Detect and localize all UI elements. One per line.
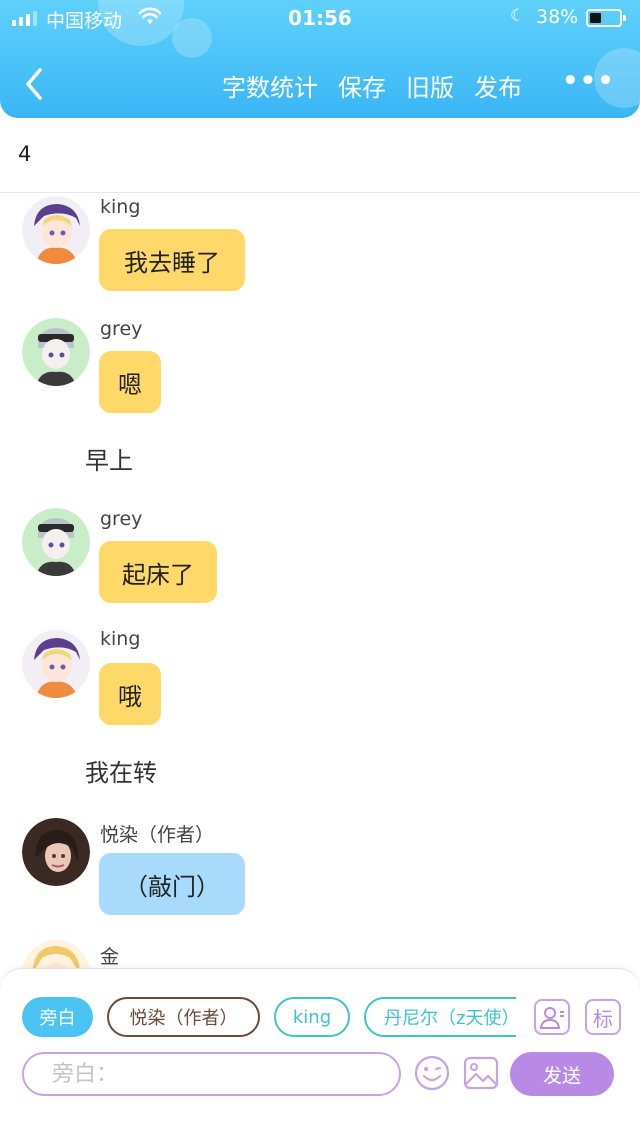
message-bubble[interactable]: 哦 (99, 663, 161, 725)
emoji-button[interactable] (413, 1054, 451, 1092)
emoji-icon (414, 1055, 450, 1091)
role-chip-list: 旁白 悦染（作者） king 丹尼尔（z天使） (22, 997, 516, 1037)
narration-text[interactable]: 早上 (85, 441, 133, 476)
speaker-name: grey (100, 508, 143, 530)
chapter-number[interactable]: 4 (18, 142, 31, 166)
speaker-name: 金 (100, 946, 120, 968)
author-avatar[interactable] (22, 818, 90, 886)
message-bubble[interactable]: 起床了 (99, 541, 217, 603)
word-count-button[interactable]: 字数统计 (222, 68, 318, 103)
chip-author[interactable]: 悦染（作者） (107, 997, 260, 1037)
narration-text[interactable]: 我在转 (85, 753, 157, 788)
status-bar: 中国移动 01:56 ☾ 38% (0, 0, 640, 36)
more-options-icon[interactable]: ••• (562, 66, 615, 96)
speaker-name: grey (100, 318, 143, 340)
chevron-left-icon (26, 68, 42, 100)
chip-king[interactable]: king (274, 997, 350, 1037)
chapter-bar: 4 (0, 118, 640, 193)
speaker-name: 悦染（作者） (100, 824, 215, 846)
old-version-button[interactable]: 旧版 (406, 68, 454, 103)
tag-button[interactable]: 标 (585, 999, 621, 1035)
back-button[interactable] (20, 64, 50, 104)
send-button[interactable]: 发送 (510, 1052, 614, 1096)
battery-fill (590, 13, 601, 23)
image-button[interactable] (462, 1054, 500, 1092)
message-bubble[interactable]: 我去睡了 (99, 229, 245, 291)
top-header: 中国移动 01:56 ☾ 38% 字数统计 保存 旧版 发布 ••• (0, 0, 640, 118)
composer-panel: 旁白 悦染（作者） king 丹尼尔（z天使） 标 发送 (0, 968, 640, 1139)
screen: 中国移动 01:56 ☾ 38% 字数统计 保存 旧版 发布 ••• 4 kin… (0, 0, 640, 1139)
header-actions: 字数统计 保存 旧版 发布 (222, 68, 522, 103)
speaker-name: king (100, 196, 141, 218)
save-button[interactable]: 保存 (338, 68, 386, 103)
battery-icon (586, 9, 626, 27)
king-avatar[interactable] (22, 196, 90, 264)
user-list-icon (539, 1007, 564, 1029)
chip-narrator[interactable]: 旁白 (22, 997, 93, 1037)
message-bubble[interactable]: 嗯 (99, 351, 161, 413)
message-input[interactable] (52, 1061, 372, 1087)
chip-daniel[interactable]: 丹尼尔（z天使） (364, 997, 516, 1037)
grey-avatar[interactable] (22, 508, 90, 576)
battery-percent-label: 38% (536, 6, 579, 28)
king-avatar[interactable] (22, 630, 90, 698)
image-icon (463, 1056, 499, 1090)
moon-icon: ☾ (510, 6, 526, 26)
speaker-name: king (100, 628, 141, 650)
publish-button[interactable]: 发布 (474, 68, 522, 103)
character-manage-button[interactable] (534, 999, 570, 1035)
message-bubble[interactable]: （敲门） (99, 853, 245, 915)
grey-avatar[interactable] (22, 318, 90, 386)
message-input-wrapper (22, 1052, 401, 1096)
